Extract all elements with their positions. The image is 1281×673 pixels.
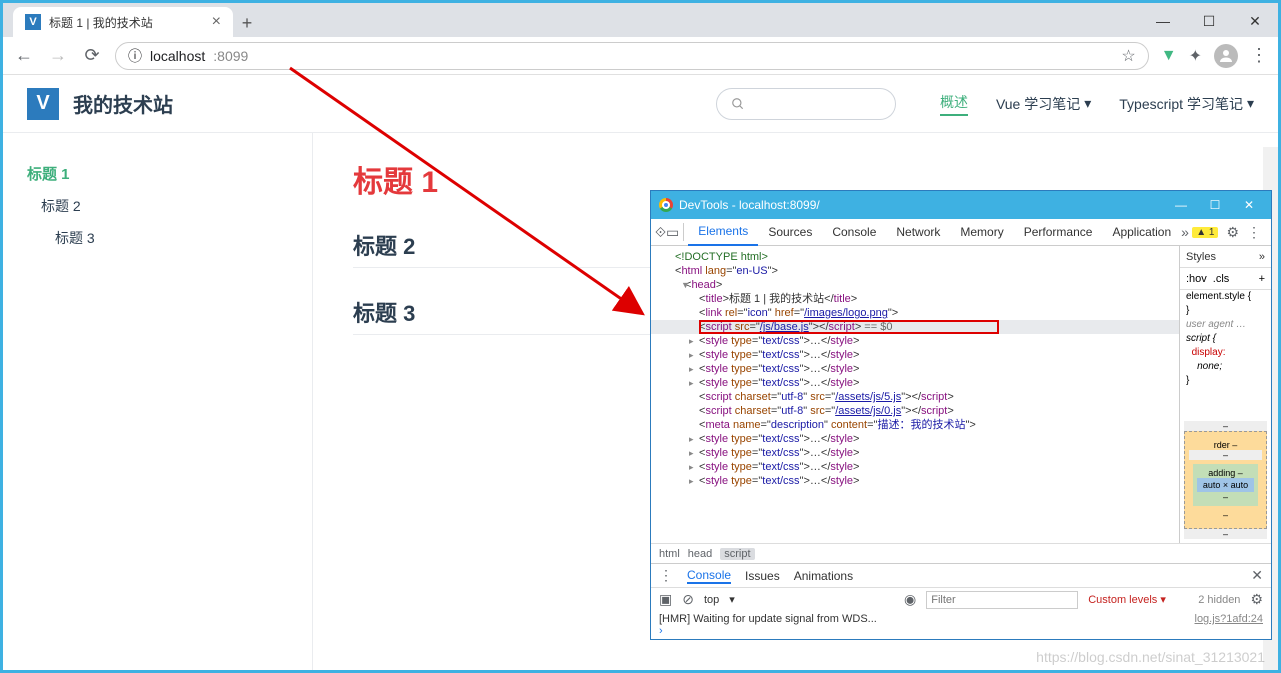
sidebar-item-h3[interactable]: 标题 3 xyxy=(3,222,312,254)
device-toggle-icon[interactable]: ▭ xyxy=(666,224,679,241)
chevron-down-icon: ▾ xyxy=(1084,95,1091,112)
close-tab-icon[interactable]: × xyxy=(212,13,221,31)
drawer-menu-icon[interactable]: ⋮ xyxy=(659,567,673,584)
log-source[interactable]: log.js?1afd:24 xyxy=(1195,613,1264,625)
box-model: – rder – – adding – auto × auto– – – xyxy=(1184,421,1267,539)
minimize-icon[interactable]: — xyxy=(1140,5,1186,37)
drawer-tab-console[interactable]: Console xyxy=(687,568,731,584)
site-info-icon[interactable]: ⓘ xyxy=(128,46,142,66)
url-port: :8099 xyxy=(213,48,248,64)
url-host: localhost xyxy=(150,48,205,64)
sidebar-item-h2[interactable]: 标题 2 xyxy=(3,190,312,222)
selected-script-node[interactable]: <script src="/js/base.js"></script> == $… xyxy=(651,320,1179,334)
live-expression-icon[interactable]: ◉ xyxy=(904,591,916,608)
tab-application[interactable]: Application xyxy=(1102,219,1181,246)
tab-memory[interactable]: Memory xyxy=(950,219,1013,246)
devtools-body: <!DOCTYPE html> <html lang="en-US"> ▼<he… xyxy=(651,246,1271,543)
console-toolbar: ▣ ⊘ top▾ ◉ Custom levels ▾ 2 hidden ⚙ xyxy=(651,587,1271,611)
tab-network[interactable]: Network xyxy=(886,219,950,246)
devtools-menu-icon[interactable]: ⋮ xyxy=(1247,224,1261,241)
search-icon xyxy=(731,97,745,111)
window-controls: — ☐ ✕ xyxy=(1140,5,1278,37)
favicon: V xyxy=(25,14,41,30)
url-input[interactable]: ⓘ localhost :8099 ☆ xyxy=(115,42,1149,70)
devtools-minimize-icon[interactable]: — xyxy=(1167,198,1195,212)
tab-title: 标题 1 | 我的技术站 xyxy=(49,14,153,31)
drawer-tab-issues[interactable]: Issues xyxy=(745,569,780,583)
vue-devtools-icon[interactable]: ▼ xyxy=(1161,47,1177,65)
reload-icon[interactable]: ⟳ xyxy=(81,45,103,66)
site-logo[interactable]: V xyxy=(27,88,59,120)
sidebar-item-h1[interactable]: 标题 1 xyxy=(3,157,312,190)
site-header: V 我的技术站 概述 Vue 学习笔记 ▾ Typescript 学习笔记 ▾ xyxy=(3,75,1278,133)
drawer-close-icon[interactable]: ✕ xyxy=(1251,567,1263,584)
log-message: [HMR] Waiting for update signal from WDS… xyxy=(659,613,877,625)
tab-sources[interactable]: Sources xyxy=(758,219,822,246)
hidden-count: 2 hidden xyxy=(1198,594,1240,606)
nav-links: 概述 Vue 学习笔记 ▾ Typescript 学习笔记 ▾ xyxy=(940,92,1254,116)
browser-tab[interactable]: V 标题 1 | 我的技术站 × xyxy=(13,7,233,37)
styles-pane[interactable]: Styles» :hov.cls+ element.style { } user… xyxy=(1179,246,1271,543)
console-sidebar-icon[interactable]: ▣ xyxy=(659,591,672,608)
devtools-title: DevTools - localhost:8099/ xyxy=(679,198,820,212)
inspect-icon[interactable]: ⟐ xyxy=(655,224,666,241)
console-filter-input[interactable] xyxy=(926,591,1078,609)
watermark: https://blog.csdn.net/sinat_31213021 xyxy=(1036,649,1265,665)
nav-ts[interactable]: Typescript 学习笔记 ▾ xyxy=(1119,92,1254,116)
console-prompt[interactable]: › xyxy=(659,625,1263,637)
site-title[interactable]: 我的技术站 xyxy=(73,89,173,118)
devtools-maximize-icon[interactable]: ☐ xyxy=(1201,198,1229,212)
settings-gear-icon[interactable]: ⚙ xyxy=(1226,224,1239,241)
close-icon[interactable]: ✕ xyxy=(1232,5,1278,37)
tab-elements[interactable]: Elements xyxy=(688,219,758,246)
log-levels-select[interactable]: Custom levels ▾ xyxy=(1088,593,1188,606)
extensions-icon[interactable]: ✦ xyxy=(1189,46,1202,66)
chrome-menu-icon[interactable]: ⋮ xyxy=(1250,45,1268,66)
chevron-down-icon: ▾ xyxy=(1247,95,1254,112)
console-context[interactable]: top xyxy=(704,594,719,606)
nav-vue[interactable]: Vue 学习笔记 ▾ xyxy=(996,92,1091,116)
tab-strip: V 标题 1 | 我的技术站 × + — ☐ ✕ xyxy=(3,3,1278,37)
forward-icon[interactable]: → xyxy=(47,45,69,66)
console-drawer-tabs: ⋮ Console Issues Animations ✕ xyxy=(651,563,1271,587)
tab-console[interactable]: Console xyxy=(822,219,886,246)
bookmark-star-icon[interactable]: ☆ xyxy=(1121,46,1135,66)
elements-breadcrumb[interactable]: html head script xyxy=(651,543,1271,563)
console-output[interactable]: [HMR] Waiting for update signal from WDS… xyxy=(651,611,1271,639)
devtools-close-icon[interactable]: ✕ xyxy=(1235,198,1263,212)
new-tab-button[interactable]: + xyxy=(233,9,261,37)
back-icon[interactable]: ← xyxy=(13,45,35,66)
search-input[interactable] xyxy=(716,88,896,120)
drawer-tab-animations[interactable]: Animations xyxy=(794,569,853,583)
warnings-badge[interactable]: ▲ 1 xyxy=(1192,227,1218,238)
tab-performance[interactable]: Performance xyxy=(1014,219,1103,246)
elements-tree[interactable]: <!DOCTYPE html> <html lang="en-US"> ▼<he… xyxy=(651,246,1179,543)
devtools-window: DevTools - localhost:8099/ — ☐ ✕ ⟐ ▭ Ele… xyxy=(650,190,1272,640)
devtools-toolbar: ⟐ ▭ Elements Sources Console Network Mem… xyxy=(651,219,1271,246)
chrome-icon xyxy=(659,198,673,212)
sidebar: 标题 1 标题 2 标题 3 xyxy=(3,133,313,670)
more-tabs-icon[interactable]: » xyxy=(1181,224,1189,240)
devtools-titlebar[interactable]: DevTools - localhost:8099/ — ☐ ✕ xyxy=(651,191,1271,219)
clear-console-icon[interactable]: ⊘ xyxy=(682,591,694,608)
console-settings-icon[interactable]: ⚙ xyxy=(1250,591,1263,608)
nav-overview[interactable]: 概述 xyxy=(940,92,968,116)
profile-avatar-icon[interactable] xyxy=(1214,44,1238,68)
maximize-icon[interactable]: ☐ xyxy=(1186,5,1232,37)
address-bar: ← → ⟳ ⓘ localhost :8099 ☆ ▼ ✦ ⋮ xyxy=(3,37,1278,75)
